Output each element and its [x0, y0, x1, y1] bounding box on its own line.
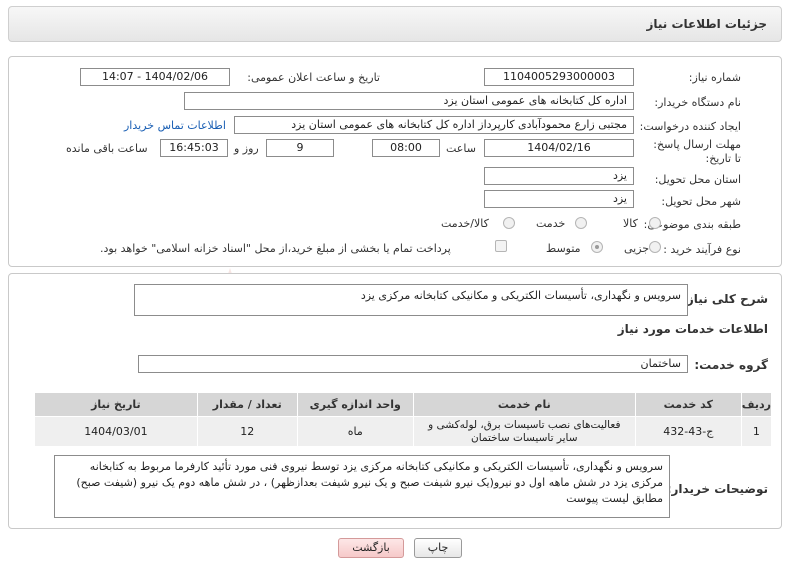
- process-label: نوع فرآیند خرید :: [663, 243, 741, 256]
- category-radio-goods-service[interactable]: [503, 217, 515, 229]
- category-radio-service[interactable]: [575, 217, 587, 229]
- requester-field[interactable]: مجتبی زارع محمودآبادی کارپرداز اداره کل …: [234, 116, 634, 134]
- buyer-contact-link[interactable]: اطلاعات تماس خریدار: [124, 119, 226, 132]
- back-button[interactable]: بازگشت: [338, 538, 404, 558]
- service-group-field[interactable]: ساختمان: [138, 355, 688, 373]
- service-code-cell: ج-43-432: [634, 416, 742, 447]
- col-code-header: کد خدمت: [634, 392, 742, 417]
- category-option-service: خدمت: [536, 217, 566, 230]
- category-radio-goods[interactable]: [649, 217, 661, 229]
- table-row: 1 ج-43-432 فعالیت‌های نصب تاسیسات برق، ل…: [34, 416, 773, 447]
- days-label: روز و: [234, 142, 259, 155]
- deadline-time-label: ساعت: [446, 142, 476, 155]
- deadline-time-field[interactable]: 08:00: [372, 139, 440, 157]
- time-remaining-label: ساعت باقی مانده: [66, 142, 148, 155]
- category-option-goods: کالا: [623, 217, 638, 230]
- col-date-header: تاریخ نیاز: [34, 392, 198, 417]
- city-label: شهر محل تحویل:: [661, 195, 741, 208]
- treasury-payment-note: پرداخت تمام یا بخشی از مبلغ خرید،از محل …: [100, 242, 451, 255]
- deadline-label: مهلت ارسال پاسخ: تا تاریخ:: [653, 138, 741, 165]
- col-row-header: ردیف: [740, 392, 773, 417]
- announce-datetime-field[interactable]: 1404/02/06 - 14:07: [80, 68, 230, 86]
- process-radio-medium[interactable]: [591, 241, 603, 253]
- summary-label: شرح کلی نیاز:: [682, 292, 768, 306]
- col-qty-header: تعداد / مقدار: [196, 392, 298, 417]
- process-option-minor: جزیی: [624, 242, 650, 255]
- buyer-notes-label: توضیحات خریدار:: [666, 482, 768, 496]
- days-remaining-field[interactable]: 9: [266, 139, 334, 157]
- summary-textarea[interactable]: سرویس و نگهداری، تأسیسات الکتریکی و مکان…: [134, 284, 688, 316]
- time-remaining-field[interactable]: 16:45:03: [160, 139, 228, 157]
- category-option-goods-service: کالا/خدمت: [441, 217, 489, 230]
- row-number-cell: 1: [740, 416, 773, 447]
- process-radio-minor[interactable]: [649, 241, 661, 253]
- province-label: استان محل تحویل:: [654, 173, 741, 186]
- services-section-title: اطلاعات خدمات مورد نیاز: [617, 322, 768, 336]
- services-table: ردیف کد خدمت نام خدمت واحد اندازه گیری ت…: [34, 392, 773, 447]
- buyer-notes-textarea[interactable]: سرویس و نگهداری، تأسیسات الکتریکی و مکان…: [54, 455, 670, 518]
- print-button[interactable]: چاپ: [414, 538, 462, 558]
- qty-cell: 12: [196, 416, 298, 447]
- need-date-cell: 1404/03/01: [34, 416, 198, 447]
- buyer-org-label: نام دستگاه خریدار:: [654, 96, 741, 109]
- page-title: جزئیات اطلاعات نیاز: [646, 17, 767, 31]
- requester-label: ایجاد کننده درخواست:: [639, 120, 741, 133]
- service-name-cell: فعالیت‌های نصب تاسیسات برق، لوله‌کشی و س…: [412, 416, 636, 447]
- province-field[interactable]: یزد: [484, 167, 634, 185]
- service-group-label: گروه خدمت:: [694, 358, 768, 372]
- col-name-header: نام خدمت: [412, 392, 636, 417]
- page-header: جزئیات اطلاعات نیاز: [8, 6, 782, 42]
- need-number-field[interactable]: 1104005293000003: [484, 68, 634, 86]
- unit-cell: ماه: [296, 416, 414, 447]
- deadline-date-field[interactable]: 1404/02/16: [484, 139, 634, 157]
- buyer-org-field[interactable]: اداره کل کتابخانه های عمومی استان یزد: [184, 92, 634, 110]
- announce-label: تاریخ و ساعت اعلان عمومی:: [247, 71, 380, 84]
- treasury-payment-checkbox[interactable]: [495, 240, 507, 252]
- city-field[interactable]: یزد: [484, 190, 634, 208]
- col-unit-header: واحد اندازه گیری: [296, 392, 414, 417]
- need-number-label: شماره نیاز:: [688, 71, 741, 84]
- process-option-medium: متوسط: [546, 242, 581, 255]
